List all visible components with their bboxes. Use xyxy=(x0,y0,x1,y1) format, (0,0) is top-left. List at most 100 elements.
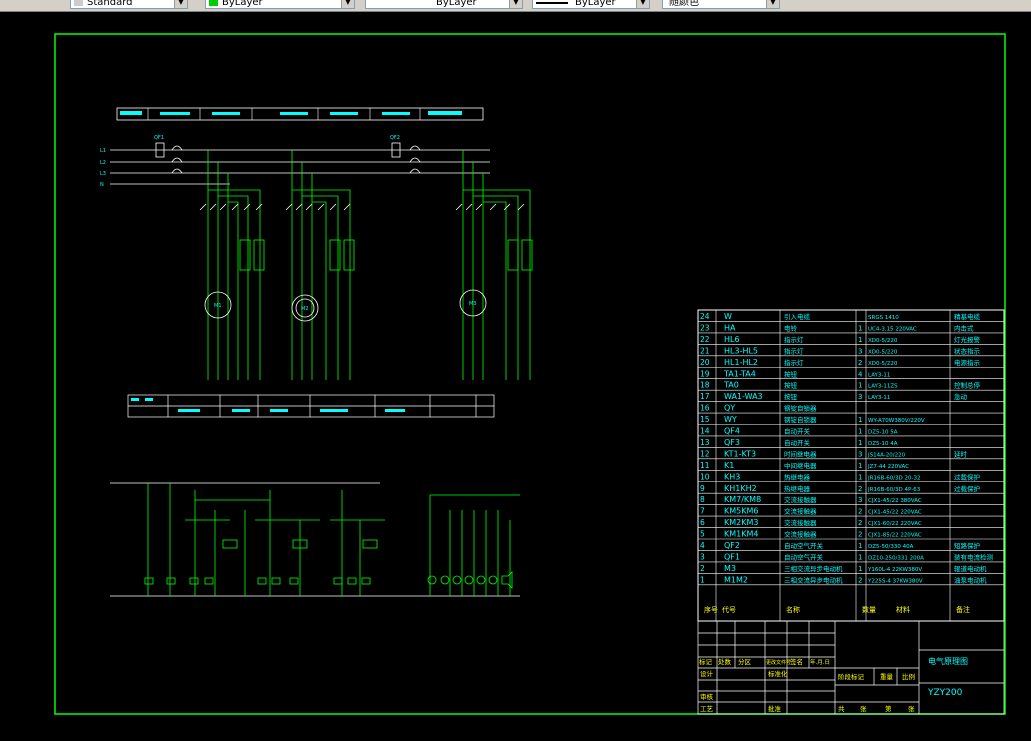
tb-label-sheets: 张 xyxy=(860,704,867,713)
bom-cell-qty: 1 xyxy=(858,553,862,561)
chevron-down-icon: ▼ xyxy=(341,0,354,8)
bom-cell-code: M1M2 xyxy=(724,575,748,584)
bom-cell-no: 17 xyxy=(700,392,710,401)
bom-header-no: 序号 xyxy=(704,605,718,614)
cad-drawing: L1 L2 L3 N QF1 QF2 M1 M2 M3 24 W 引入电缆 SR… xyxy=(54,33,1006,715)
layer-select[interactable]: ByLayer ▼ xyxy=(205,0,355,9)
sequence-strip xyxy=(127,394,495,418)
bom-cell-code: TA1-TA4 xyxy=(723,369,756,378)
bom-cell-name: 钢锭自锁器 xyxy=(784,404,817,413)
bom-cell-code: QF2 xyxy=(724,541,740,550)
bom-cell-name: 指示灯 xyxy=(784,358,804,367)
bom-cell-no: 5 xyxy=(700,530,705,539)
tb-label-approve: 批准 xyxy=(768,704,782,713)
bom-cell-qty: 1 xyxy=(858,565,862,573)
bom-cell-spec: DZ5-50/330 40A xyxy=(868,544,914,550)
motor-label-m3: M3 xyxy=(469,301,477,307)
motor-label-m2: M2 xyxy=(301,306,309,312)
bom-cell-code: TA0 xyxy=(723,381,739,390)
bom-cell-qty: 1 xyxy=(858,336,862,344)
chevron-down-icon: ▼ xyxy=(766,0,779,8)
bom-cell-qty: 3 xyxy=(858,450,862,458)
bom-cell-name: 自动开关 xyxy=(784,427,811,436)
bom-cell-no: 11 xyxy=(700,461,710,470)
bom-cell-code: KM1KM4 xyxy=(724,530,758,539)
bom-cell-name: 指示灯 xyxy=(784,335,804,344)
bom-cell-qty: 2 xyxy=(858,519,862,527)
bom-cell-spec: DZ10-250/331 200A xyxy=(868,555,924,561)
bom-cell-spec: LAY3-11 xyxy=(868,372,890,378)
bom-cell-code: HL6 xyxy=(724,335,740,344)
motor-labels: M1 M2 M3 xyxy=(214,301,477,312)
label-l1: L1 xyxy=(100,148,106,154)
tb-label-review: 审核 xyxy=(700,692,714,701)
bom-cell-note: 控制总停 xyxy=(954,381,981,390)
bom-cell-note: 装有电流检测 xyxy=(954,552,994,561)
linetype-select[interactable]: ByLayer ▼ xyxy=(365,0,523,9)
bom-cell-qty: 1 xyxy=(858,324,862,332)
breaker-qf1: QF1 xyxy=(154,135,183,174)
tb-label-zone: 分区 xyxy=(738,657,752,666)
bom-cell-qty: 3 xyxy=(858,496,862,504)
motor-circuits xyxy=(199,150,533,380)
chevron-down-icon: ▼ xyxy=(509,0,522,8)
bom-cell-name: 三相交流异步电动机 xyxy=(784,575,843,584)
bom-cell-code: W xyxy=(724,312,732,321)
drawing-number: YZY200 xyxy=(927,688,963,698)
bom-cell-name: 自动空气开关 xyxy=(784,552,824,561)
bom-cell-name: 交流接触器 xyxy=(784,507,817,516)
bom-cell-no: 9 xyxy=(700,484,705,493)
bom-cell-no: 8 xyxy=(700,495,705,504)
tb-label-date: 年.月.日 xyxy=(810,658,830,666)
bom-cell-spec: CJX1-45/22 380VAC xyxy=(868,498,922,504)
bom-cell-name: 按钮 xyxy=(784,369,798,378)
bom-cell-spec: Y225S-4 37KW380V xyxy=(867,578,923,584)
bom-cell-name: 交流接触器 xyxy=(784,495,817,504)
bom-cell-note: 急动 xyxy=(954,392,968,401)
dimstyle-select[interactable]: Standard ▼ xyxy=(70,0,188,9)
bom-cell-qty: 2 xyxy=(858,531,862,539)
bom-cell-note: 短路保护 xyxy=(954,541,980,550)
bom-cell-no: 1 xyxy=(700,575,705,584)
label-l3: L3 xyxy=(100,171,106,177)
label-n: N xyxy=(100,182,104,188)
bom-header-code: 代号 xyxy=(722,605,736,614)
tb-label-sheet-no: 第 xyxy=(885,704,892,713)
bom-cell-qty: 2 xyxy=(858,576,862,584)
breaker-qf2: QF2 xyxy=(390,135,421,174)
bom-cell-no: 19 xyxy=(700,369,710,378)
tb-label-total: 共 xyxy=(838,704,845,713)
bom-cell-code: QF1 xyxy=(724,552,740,561)
bom-cell-code: QF4 xyxy=(724,427,740,436)
bom-cell-qty: 1 xyxy=(858,542,862,550)
bom-cell-spec: JR16B-60/3D 20-32 xyxy=(867,475,921,481)
title-block xyxy=(697,620,1005,715)
bom-cell-code: KT1-KT3 xyxy=(724,449,756,458)
bom-cell-qty: 1 xyxy=(858,439,862,447)
bom-cell-no: 20 xyxy=(700,358,710,367)
breaker-label: QF1 xyxy=(154,135,164,141)
bom-cell-code: M3 xyxy=(724,564,736,573)
bom-cell-no: 7 xyxy=(700,507,705,516)
power-bus xyxy=(110,149,490,185)
plotstyle-select[interactable]: 随颜色 ▼ xyxy=(662,0,780,9)
bom-cell-code: QF3 xyxy=(724,438,740,447)
bom-cell-qty: 2 xyxy=(858,359,862,367)
bom-cell-code: K1 xyxy=(724,461,734,470)
bom-cell-code: KM2KM3 xyxy=(724,518,758,527)
bom-cell-name: 时间继电器 xyxy=(784,449,817,458)
bom-cell-spec: JZ7-44 220VAC xyxy=(867,464,909,470)
layer-value: ByLayer xyxy=(222,0,263,8)
bom-cell-no: 22 xyxy=(700,335,710,344)
breaker-label: QF2 xyxy=(390,135,400,141)
drawing-canvas[interactable]: L1 L2 L3 N QF1 QF2 M1 M2 M3 24 W 引入电缆 SR… xyxy=(0,11,1031,737)
bom-cell-spec: CJX1-45/22 220VAC xyxy=(868,510,922,516)
bom-cell-spec: Y160L-4 22KW380V xyxy=(867,567,922,573)
bom-cell-spec: XD0-5/220 xyxy=(868,361,898,367)
lineweight-value: ByLayer xyxy=(575,0,616,8)
lineweight-select[interactable]: ByLayer ▼ xyxy=(532,0,650,9)
tb-label-weight: 重量 xyxy=(880,673,894,681)
tb-label-change: 更改文件号 xyxy=(766,659,791,666)
bom-cell-no: 10 xyxy=(700,472,710,481)
bom-cell-no: 21 xyxy=(700,346,710,355)
